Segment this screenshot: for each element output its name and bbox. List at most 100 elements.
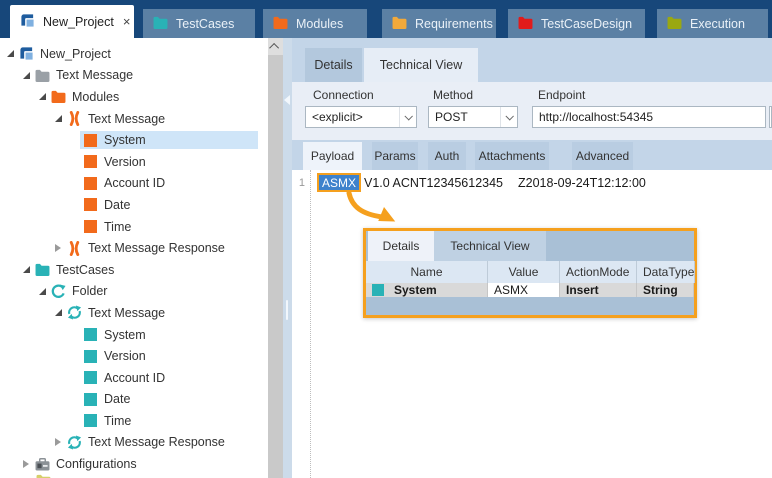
- tree-item-new-project[interactable]: New_Project: [0, 43, 268, 65]
- tree-item-account-id[interactable]: Account ID: [0, 173, 268, 195]
- window-tab-new-project[interactable]: New_Project×: [10, 5, 134, 38]
- square-teal-icon: [82, 370, 98, 386]
- payload-line[interactable]: ASMX V1.0 ACNT12345612345 Z2018-09-24T12…: [317, 173, 646, 192]
- tree-item-text-message[interactable]: Text Message: [0, 302, 268, 324]
- tree-item-text-message-response[interactable]: Text Message Response: [0, 237, 268, 259]
- highlighted-token[interactable]: ASMX: [317, 173, 361, 192]
- tab-attachments[interactable]: Attachments: [475, 142, 549, 170]
- window-tab-modules[interactable]: Modules: [263, 9, 367, 38]
- tree-item-text-message[interactable]: Text Message: [0, 108, 268, 130]
- collapsed-twistie-icon[interactable]: [52, 244, 64, 252]
- expanded-twistie-icon[interactable]: [4, 50, 16, 57]
- scroll-up-button[interactable]: [268, 38, 283, 55]
- connection-section: Connection Method Endpoint <explicit> PO…: [292, 82, 772, 140]
- connection-value: <explicit>: [312, 110, 363, 124]
- cell-value[interactable]: ASMX: [488, 283, 560, 297]
- endpoint-input[interactable]: http://localhost:54345: [532, 106, 766, 128]
- expanded-twistie-icon[interactable]: [36, 288, 48, 295]
- tab-details[interactable]: Details: [305, 48, 362, 82]
- tree-item-label: Folder: [72, 284, 107, 298]
- column-header-datatype[interactable]: DataType: [637, 261, 695, 283]
- chevron-up-icon: [269, 43, 279, 53]
- folder-orange-icon: [50, 89, 66, 105]
- tree-item-date[interactable]: Date: [0, 389, 268, 411]
- attribute-inspector-popup: DetailsTechnical View NameValueActionMod…: [363, 228, 697, 318]
- collapsed-twistie-icon[interactable]: [20, 460, 32, 468]
- chevron-down-icon[interactable]: [500, 107, 517, 127]
- tree-item-configurations[interactable]: Configurations: [0, 453, 268, 475]
- tree-item-account-id[interactable]: Account ID: [0, 367, 268, 389]
- tree-item-modules[interactable]: Modules: [0, 86, 268, 108]
- column-header-actionmode[interactable]: ActionMode: [560, 261, 637, 283]
- tree-item-version[interactable]: Version: [0, 151, 268, 173]
- tree-item-text-message-response[interactable]: Text Message Response: [0, 432, 268, 454]
- tab-params[interactable]: Params: [372, 142, 418, 170]
- table-row[interactable]: System ASMXInsertString: [366, 283, 694, 297]
- column-header-name[interactable]: Name: [366, 261, 488, 283]
- square-orange-icon: [82, 175, 98, 191]
- module-orange-icon: [66, 240, 82, 256]
- folder-icon: [392, 16, 407, 32]
- collapsed-twistie-icon[interactable]: [52, 438, 64, 446]
- attribute-icon: [372, 284, 384, 296]
- tree-item-time[interactable]: Time: [0, 410, 268, 432]
- tab-technical-view[interactable]: Technical View: [364, 48, 478, 82]
- tree-item-time[interactable]: Time: [0, 216, 268, 238]
- tree-item-label: Text Message Response: [88, 241, 225, 255]
- tree-item-date[interactable]: Date: [0, 194, 268, 216]
- cell-name: System: [394, 283, 437, 297]
- tab-payload[interactable]: Payload: [303, 142, 362, 170]
- tree-scrollbar[interactable]: [268, 38, 283, 478]
- column-header-value[interactable]: Value: [488, 261, 560, 283]
- sync-teal-icon: [66, 305, 82, 321]
- tab-advanced[interactable]: Advanced: [572, 142, 633, 170]
- square-teal-icon: [82, 327, 98, 343]
- payload-editor[interactable]: 1 ASMX V1.0 ACNT12345612345 Z2018-09-24T…: [292, 170, 772, 478]
- tree-item-label: Time: [104, 220, 131, 234]
- panel-splitter[interactable]: [283, 38, 292, 478]
- connection-select[interactable]: <explicit>: [305, 106, 417, 128]
- window-tab-testcases[interactable]: TestCases: [143, 9, 255, 38]
- popup-tab-technical-view[interactable]: Technical View: [434, 231, 546, 261]
- project-tree: New_Project Text Message Modules Text Messa…: [0, 38, 268, 478]
- tree-item-label: Text Message: [88, 112, 165, 126]
- window-tab-execution[interactable]: Execution: [657, 9, 768, 38]
- tree-item-system[interactable]: System: [0, 129, 268, 151]
- collapse-panel-icon[interactable]: [284, 95, 290, 105]
- chevron-down-icon[interactable]: [399, 107, 416, 127]
- gutter-divider: [310, 170, 311, 478]
- tree-item-label: System: [104, 133, 146, 147]
- tree-item-text-message[interactable]: Text Message: [0, 65, 268, 87]
- close-icon[interactable]: ×: [122, 15, 132, 28]
- expanded-twistie-icon[interactable]: [36, 93, 48, 100]
- tree-item-folder[interactable]: Folder: [0, 281, 268, 303]
- tree-item-version[interactable]: Version: [0, 345, 268, 367]
- tree-item-testcases[interactable]: TestCases: [0, 259, 268, 281]
- tab-auth[interactable]: Auth: [428, 142, 466, 170]
- expanded-twistie-icon[interactable]: [20, 266, 32, 273]
- splitter-grip[interactable]: [286, 300, 288, 320]
- tree-item-label: Version: [104, 349, 146, 363]
- popup-tab-details[interactable]: Details: [368, 231, 434, 261]
- cell-action-mode[interactable]: Insert: [560, 283, 637, 297]
- expanded-twistie-icon[interactable]: [52, 115, 64, 122]
- expanded-twistie-icon[interactable]: [52, 309, 64, 316]
- window-tab-testcasedesign[interactable]: TestCaseDesign: [508, 9, 645, 38]
- tree-item-label: Date: [104, 392, 130, 406]
- method-select[interactable]: POST: [428, 106, 518, 128]
- tree-item-label: Text Message: [56, 68, 133, 82]
- tree-item-label: System: [104, 328, 146, 342]
- window-tab-bar: New_Project× TestCases Modules Requirements…: [0, 0, 772, 38]
- expanded-twistie-icon[interactable]: [20, 72, 32, 79]
- method-label: Method: [433, 88, 473, 102]
- tree-item-label: New_Project: [40, 47, 111, 61]
- square-orange-icon: [82, 219, 98, 235]
- square-orange-icon: [82, 197, 98, 213]
- window-tab-label: TestCaseDesign: [541, 17, 632, 31]
- tree-item-label: Configurations: [56, 457, 137, 471]
- cell-data-type[interactable]: String: [637, 283, 694, 297]
- square-teal-icon: [82, 348, 98, 364]
- tree-item-system[interactable]: System: [0, 324, 268, 346]
- folder-icon: [518, 16, 533, 32]
- window-tab-requirements[interactable]: Requirements: [382, 9, 496, 38]
